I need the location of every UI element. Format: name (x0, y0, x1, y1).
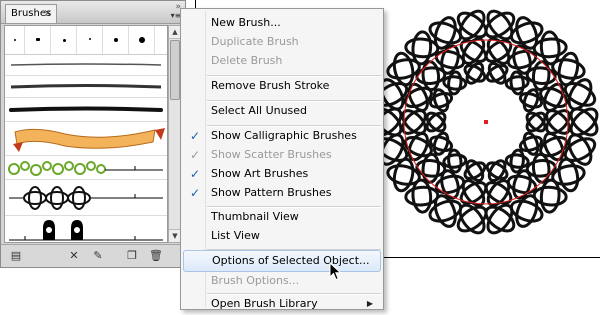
menu-item-label: Delete Brush (211, 54, 283, 67)
eyes-pattern-brush-icon (9, 220, 163, 241)
panel-header: Brushes × » ▾≡ (1, 1, 185, 24)
wreath-loop (504, 153, 530, 169)
wreath-loop (432, 131, 450, 156)
wreath-loop (404, 185, 440, 207)
wreath-loop (509, 148, 525, 174)
menu-item-label: Show Scatter Brushes (211, 148, 332, 161)
brush-row[interactable] (5, 98, 167, 122)
menu-item-label: New Brush... (211, 16, 281, 29)
calligraphic-brush-row (5, 26, 167, 55)
wreath-loop (434, 49, 466, 70)
menu-item-show-pattern-brushes[interactable]: ✓ Show Pattern Brushes (183, 182, 381, 204)
brush-list (4, 25, 168, 243)
interlace-wreath-artwork[interactable] (366, 0, 600, 250)
leaf-pattern-brush-icon (8, 161, 163, 176)
wreath-loop (447, 148, 463, 174)
charcoal-stroke-icon (10, 84, 162, 89)
scroll-thumb[interactable] (170, 40, 180, 100)
brush-row[interactable] (5, 122, 167, 156)
brush-swatch[interactable] (103, 26, 129, 54)
wreath-loop (411, 30, 433, 66)
wreath-loop (531, 152, 551, 184)
brush-row[interactable] (5, 54, 167, 76)
checkmark-icon: ✓ (190, 186, 201, 200)
wreath-loop (522, 131, 540, 156)
delete-brush-icon[interactable]: 🗑 (149, 249, 163, 263)
menu-item-label: Show Art Brushes (211, 167, 309, 180)
wreath-loop (404, 37, 440, 59)
wreath-loop (447, 70, 463, 96)
tab-close-icon[interactable]: × (44, 5, 52, 22)
brush-swatch[interactable] (129, 26, 155, 54)
tab-brushes[interactable]: Brushes × (5, 4, 57, 23)
wreath-loop (563, 82, 597, 107)
brush-row[interactable] (5, 180, 167, 216)
brush-swatch[interactable] (25, 26, 51, 54)
wreath-loop (504, 75, 530, 91)
menu-item-remove-brush-stroke[interactable]: Remove Brush Stroke (183, 75, 381, 97)
wreath-loop (557, 157, 580, 193)
brush-options-icon[interactable]: ✎ (91, 249, 105, 263)
menu-item-label: Options of Selected Object... (212, 254, 370, 267)
menu-item-delete-brush: Delete Brush (183, 50, 381, 72)
menu-item-label: List View (211, 229, 260, 242)
thin-stroke-icon (10, 63, 162, 66)
menu-item-label: Thumbnail View (211, 210, 299, 223)
brush-swatch[interactable] (77, 26, 103, 54)
wreath-loop (532, 37, 568, 59)
brush-swatch[interactable] (5, 26, 25, 54)
mouse-cursor-icon (329, 262, 342, 281)
wreath-loop (539, 178, 561, 214)
brush-row[interactable] (5, 156, 167, 180)
menu-item-label: Remove Brush Stroke (211, 79, 330, 92)
brush-libraries-icon[interactable]: ▤ (9, 249, 23, 263)
wreath-loop (506, 174, 538, 195)
wreath-loop (392, 157, 415, 193)
new-brush-icon[interactable]: ❐ (125, 249, 139, 263)
wreath-loop (415, 159, 447, 178)
wreath-loop (525, 66, 557, 85)
brush-swatch[interactable] (51, 26, 77, 54)
panel-footer: ▤ ✕ ✎ ❐ 🗑 (1, 244, 185, 267)
wreath-loop (522, 88, 540, 113)
brush-row[interactable] (5, 216, 167, 242)
wreath-loop (415, 66, 447, 85)
wreath-loop (506, 49, 538, 70)
menu-item-label: Select All Unused (211, 104, 308, 117)
submenu-arrow-icon: ▶ (366, 299, 373, 308)
menu-item-select-all-unused[interactable]: Select All Unused (183, 100, 381, 122)
menu-item-brush-options: Brush Options... (183, 270, 381, 292)
brushes-panel-flyout-menu: New Brush... Duplicate Brush Delete Brus… (180, 8, 384, 310)
brushes-panel: Brushes × » ▾≡ ▲ ▼ ▤ ✕ ✎ ❐ 🗑 (0, 0, 186, 268)
menu-item-label: Show Pattern Brushes (211, 186, 332, 199)
wreath-loop (509, 70, 525, 96)
wreath-loop (392, 51, 415, 87)
wreath-loop (421, 60, 441, 92)
wreath-loop (525, 159, 557, 178)
ink-stroke-icon (9, 106, 163, 112)
wreath-loop (567, 133, 593, 166)
menu-item-label: Show Calligraphic Brushes (211, 129, 357, 142)
menu-item-label: Duplicate Brush (211, 35, 299, 48)
wreath-loop (557, 51, 580, 87)
brush-row[interactable] (5, 76, 167, 98)
wreath-loop (432, 88, 450, 113)
interlace-pattern-brush-icon (9, 186, 163, 210)
wreath-loop (532, 185, 568, 207)
menu-item-options-of-selected-object[interactable]: Options of Selected Object... (183, 250, 381, 272)
menu-item-label: Open Brush Library (211, 297, 318, 310)
wreath-loop (442, 75, 468, 91)
wreath-loop (434, 174, 466, 195)
remove-stroke-icon[interactable]: ✕ (67, 249, 81, 263)
wreath-loop (421, 152, 441, 184)
wreath-loop (442, 153, 468, 169)
menu-item-open-brush-library[interactable]: Open Brush Library ▶ (183, 293, 381, 315)
menu-item-list-view[interactable]: List View (183, 225, 381, 247)
ribbon-brush-icon (13, 128, 165, 152)
menu-item-label: Brush Options... (211, 274, 300, 287)
wreath-loop (567, 78, 593, 111)
wreath-loop (531, 60, 551, 92)
